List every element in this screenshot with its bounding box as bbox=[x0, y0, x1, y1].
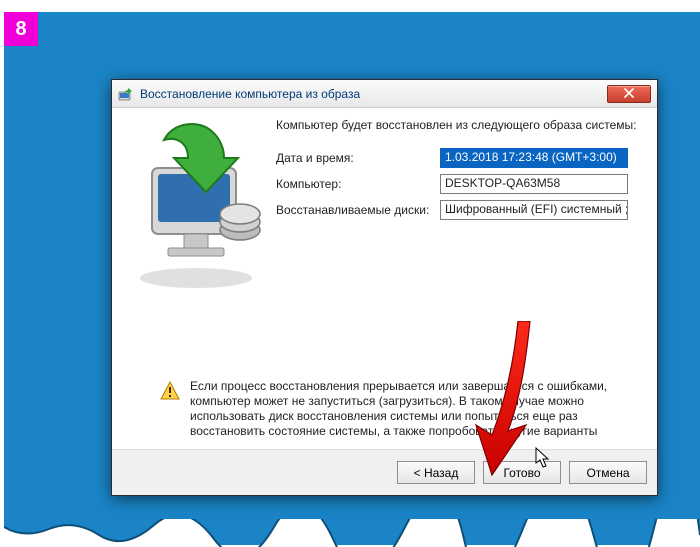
field-row-datetime: Дата и время: 1.03.2018 17:23:48 (GMT+3:… bbox=[276, 148, 641, 168]
step-number-badge: 8 bbox=[4, 12, 38, 46]
computer-value[interactable]: DESKTOP-QA63M58 bbox=[440, 174, 628, 194]
intro-text: Компьютер будет восстановлен из следующе… bbox=[276, 118, 641, 134]
finish-button[interactable]: Готово bbox=[483, 461, 561, 484]
close-icon bbox=[624, 87, 634, 101]
titlebar[interactable]: Восстановление компьютера из образа bbox=[112, 80, 657, 108]
close-button[interactable] bbox=[607, 85, 651, 103]
warning-icon bbox=[160, 381, 180, 401]
datetime-label: Дата и время: bbox=[276, 151, 432, 165]
warning-block: Если процесс восстановления прерывается … bbox=[128, 373, 641, 449]
step-number-text: 8 bbox=[15, 18, 26, 41]
window-title: Восстановление компьютера из образа bbox=[140, 87, 601, 101]
wizard-illustration bbox=[128, 118, 264, 298]
button-row: < Назад Готово Отмена bbox=[112, 449, 657, 495]
field-row-disks: Восстанавливаемые диски: Шифрованный (EF… bbox=[276, 200, 641, 220]
system-restore-icon bbox=[118, 86, 134, 102]
datetime-value[interactable]: 1.03.2018 17:23:48 (GMT+3:00) bbox=[440, 148, 628, 168]
disks-value[interactable]: Шифрованный (EFI) системный ; bbox=[440, 200, 628, 220]
disks-label: Восстанавливаемые диски: bbox=[276, 203, 432, 217]
dialog-window: Восстановление компьютера из образа bbox=[111, 79, 658, 496]
cancel-button[interactable]: Отмена bbox=[569, 461, 647, 484]
field-row-computer: Компьютер: DESKTOP-QA63M58 bbox=[276, 174, 641, 194]
warning-text: Если процесс восстановления прерывается … bbox=[190, 379, 641, 439]
back-button[interactable]: < Назад bbox=[397, 461, 475, 484]
computer-label: Компьютер: bbox=[276, 177, 432, 191]
dialog-client-area: Компьютер будет восстановлен из следующе… bbox=[112, 108, 657, 495]
